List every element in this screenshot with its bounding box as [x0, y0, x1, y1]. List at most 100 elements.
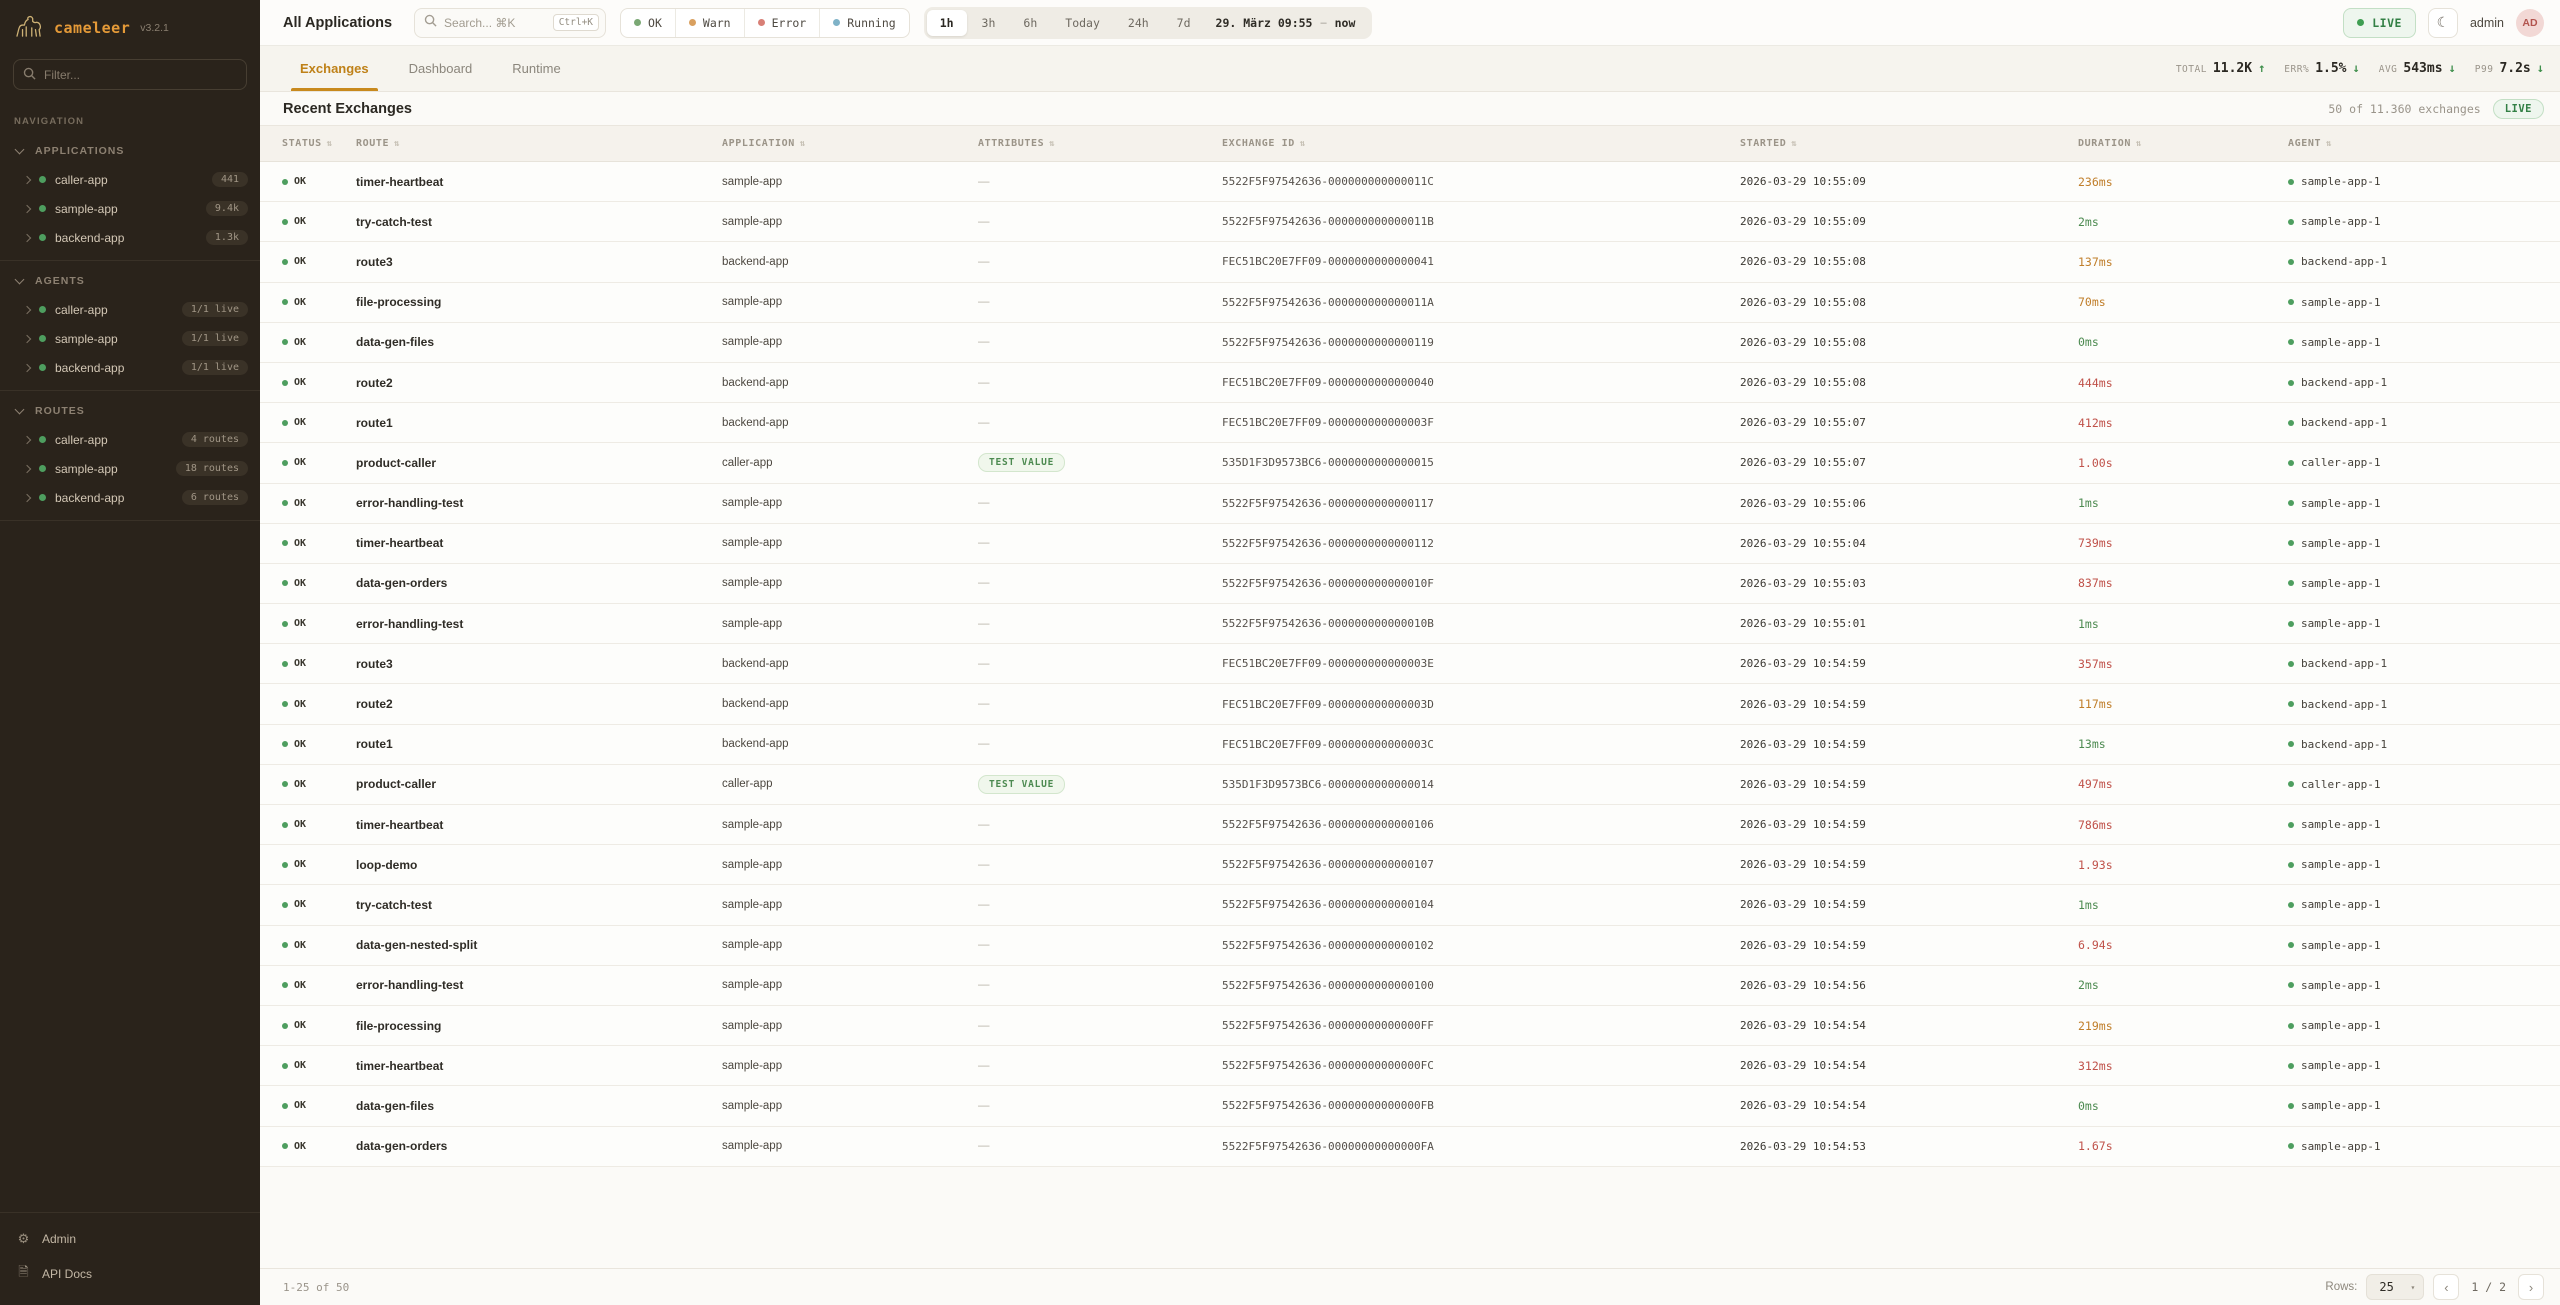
time-range-today[interactable]: Today: [1052, 10, 1113, 36]
status-filter-warn[interactable]: Warn: [676, 9, 745, 37]
cell-duration: 2ms: [2078, 215, 2288, 229]
table-row[interactable]: OKroute1backend-app—FEC51BC20E7FF09-0000…: [260, 725, 2560, 765]
agent-label: backend-app-1: [2301, 255, 2387, 268]
sidebar-footer-admin[interactable]: ⚙Admin: [0, 1223, 260, 1255]
column-header-route[interactable]: ROUTE⇅: [356, 138, 722, 149]
sidebar-filter-input[interactable]: [13, 59, 247, 90]
table-row[interactable]: OKdata-gen-nested-splitsample-app—5522F5…: [260, 926, 2560, 966]
nav-section-header-applications[interactable]: APPLICATIONS: [0, 131, 260, 165]
rows-per-page-select[interactable]: 25 ▾: [2366, 1274, 2424, 1300]
status-filter-ok[interactable]: OK: [621, 9, 676, 37]
sidebar-item-backend-app[interactable]: backend-app1/1 live: [0, 353, 260, 382]
table-row[interactable]: OKroute2backend-app—FEC51BC20E7FF09-0000…: [260, 684, 2560, 724]
column-header-status[interactable]: STATUS⇅: [282, 138, 356, 149]
cell-duration: 412ms: [2078, 416, 2288, 430]
theme-toggle-button[interactable]: ☾: [2428, 8, 2458, 38]
time-range-1h[interactable]: 1h: [927, 10, 967, 36]
cell-agent: sample-app-1: [2288, 215, 2560, 228]
column-header-agent[interactable]: AGENT⇅: [2288, 138, 2560, 149]
sidebar-item-sample-app[interactable]: sample-app18 routes: [0, 454, 260, 483]
search-input[interactable]: [444, 16, 546, 30]
table-row[interactable]: OKroute2backend-app—FEC51BC20E7FF09-0000…: [260, 363, 2560, 403]
status-dot-icon: [282, 299, 288, 305]
cell-route: file-processing: [356, 295, 722, 309]
column-header-application[interactable]: APPLICATION⇅: [722, 138, 978, 149]
cell-agent: backend-app-1: [2288, 698, 2560, 711]
nav-section-header-agents[interactable]: AGENTS: [0, 261, 260, 295]
table-row[interactable]: OKtimer-heartbeatsample-app—5522F5F97542…: [260, 162, 2560, 202]
table-row[interactable]: OKdata-gen-orderssample-app—5522F5F97542…: [260, 564, 2560, 604]
nav-section: ROUTEScaller-app4 routessample-app18 rou…: [0, 391, 260, 521]
date-range-display[interactable]: 29. März 09:55–now: [1206, 16, 1370, 30]
table-row[interactable]: OKfile-processingsample-app—5522F5F97542…: [260, 1006, 2560, 1046]
time-range-6h[interactable]: 6h: [1010, 10, 1050, 36]
avatar[interactable]: AD: [2516, 9, 2544, 37]
cell-duration: 1ms: [2078, 898, 2288, 912]
time-range-3h[interactable]: 3h: [969, 10, 1009, 36]
sidebar-item-caller-app[interactable]: caller-app4 routes: [0, 425, 260, 454]
section-title: Recent Exchanges: [283, 101, 412, 117]
next-page-button[interactable]: ›: [2518, 1274, 2544, 1300]
cell-started: 2026-03-29 10:55:07: [1740, 456, 2078, 469]
table-row[interactable]: OKtimer-heartbeatsample-app—5522F5F97542…: [260, 805, 2560, 845]
status-label: OK: [294, 457, 306, 468]
cell-duration: 2ms: [2078, 978, 2288, 992]
column-header-exchange-id[interactable]: EXCHANGE ID⇅: [1222, 138, 1740, 149]
table-row[interactable]: OKerror-handling-testsample-app—5522F5F9…: [260, 966, 2560, 1006]
table-row[interactable]: OKloop-demosample-app—5522F5F97542636-00…: [260, 845, 2560, 885]
app-logo[interactable]: cameleer v3.2.1: [0, 0, 260, 51]
table-row[interactable]: OKroute3backend-app—FEC51BC20E7FF09-0000…: [260, 242, 2560, 282]
cell-route: product-caller: [356, 456, 722, 470]
nav-section-header-routes[interactable]: ROUTES: [0, 391, 260, 425]
cell-exchange-id: FEC51BC20E7FF09-0000000000000041: [1222, 255, 1740, 268]
column-header-attributes[interactable]: ATTRIBUTES⇅: [978, 138, 1222, 149]
table-row[interactable]: OKproduct-callercaller-appTEST VALUE535D…: [260, 765, 2560, 805]
cell-attributes: TEST VALUE: [978, 453, 1222, 472]
cell-attributes: —: [978, 336, 1222, 348]
tab-dashboard[interactable]: Dashboard: [392, 46, 490, 91]
agent-label: sample-app-1: [2301, 577, 2380, 590]
cell-duration: 837ms: [2078, 576, 2288, 590]
cell-duration: 219ms: [2078, 1019, 2288, 1033]
search-box[interactable]: Ctrl+K: [414, 8, 606, 38]
sidebar-item-sample-app[interactable]: sample-app1/1 live: [0, 324, 260, 353]
table-row[interactable]: OKtimer-heartbeatsample-app—5522F5F97542…: [260, 1046, 2560, 1086]
table-row[interactable]: OKfile-processingsample-app—5522F5F97542…: [260, 283, 2560, 323]
time-range-24h[interactable]: 24h: [1115, 10, 1162, 36]
table-row[interactable]: OKtry-catch-testsample-app—5522F5F975426…: [260, 885, 2560, 925]
column-header-started[interactable]: STARTED⇅: [1740, 138, 2078, 149]
table-row[interactable]: OKerror-handling-testsample-app—5522F5F9…: [260, 604, 2560, 644]
table-row[interactable]: OKroute1backend-app—FEC51BC20E7FF09-0000…: [260, 403, 2560, 443]
sidebar-item-label: backend-app: [55, 361, 173, 375]
time-range-7d[interactable]: 7d: [1164, 10, 1204, 36]
sidebar-item-caller-app[interactable]: caller-app441: [0, 165, 260, 194]
sidebar-footer-api-docs[interactable]: 🗎API Docs: [0, 1255, 260, 1293]
table-row[interactable]: OKdata-gen-orderssample-app—5522F5F97542…: [260, 1127, 2560, 1167]
cell-application: backend-app: [722, 256, 978, 268]
table-row[interactable]: OKproduct-callercaller-appTEST VALUE535D…: [260, 443, 2560, 483]
live-toggle-button[interactable]: LIVE: [2343, 8, 2416, 38]
tab-runtime[interactable]: Runtime: [495, 46, 577, 91]
table-row[interactable]: OKtry-catch-testsample-app—5522F5F975426…: [260, 202, 2560, 242]
table-row[interactable]: OKdata-gen-filessample-app—5522F5F975426…: [260, 1086, 2560, 1126]
tab-exchanges[interactable]: Exchanges: [283, 46, 386, 91]
sidebar-item-backend-app[interactable]: backend-app1.3k: [0, 223, 260, 252]
chevron-right-icon: ›: [2529, 1280, 2533, 1295]
table-row[interactable]: OKdata-gen-filessample-app—5522F5F975426…: [260, 323, 2560, 363]
table-row[interactable]: OKerror-handling-testsample-app—5522F5F9…: [260, 484, 2560, 524]
cell-application: caller-app: [722, 778, 978, 790]
table-row[interactable]: OKtimer-heartbeatsample-app—5522F5F97542…: [260, 524, 2560, 564]
sidebar-item-label: caller-app: [55, 433, 173, 447]
app-version: v3.2.1: [140, 22, 169, 34]
prev-page-button[interactable]: ‹: [2433, 1274, 2459, 1300]
cell-duration: 1ms: [2078, 617, 2288, 631]
column-header-duration[interactable]: DURATION⇅: [2078, 138, 2288, 149]
table-row[interactable]: OKroute3backend-app—FEC51BC20E7FF09-0000…: [260, 644, 2560, 684]
agent-label: sample-app-1: [2301, 1019, 2380, 1032]
status-filter-error[interactable]: Error: [745, 9, 821, 37]
sidebar-item-backend-app[interactable]: backend-app6 routes: [0, 483, 260, 512]
sidebar-item-caller-app[interactable]: caller-app1/1 live: [0, 295, 260, 324]
status-filter-running[interactable]: Running: [820, 9, 908, 37]
cell-started: 2026-03-29 10:54:53: [1740, 1140, 2078, 1153]
sidebar-item-sample-app[interactable]: sample-app9.4k: [0, 194, 260, 223]
